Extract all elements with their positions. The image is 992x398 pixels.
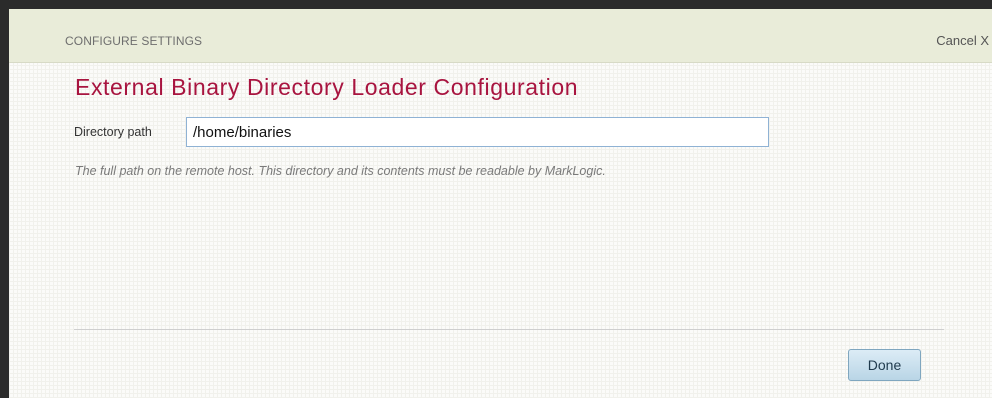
header-title: CONFIGURE SETTINGS: [65, 34, 203, 48]
directory-path-input[interactable]: [186, 117, 769, 147]
done-button[interactable]: Done: [848, 349, 921, 381]
dialog-title: External Binary Directory Loader Configu…: [75, 74, 579, 100]
dialog-header: CONFIGURE SETTINGS Cancel X: [9, 9, 992, 63]
footer-divider: [74, 329, 944, 330]
directory-path-label: Directory path: [74, 125, 152, 139]
help-text: The full path on the remote host. This d…: [75, 164, 606, 178]
cancel-button[interactable]: Cancel X: [936, 33, 989, 48]
